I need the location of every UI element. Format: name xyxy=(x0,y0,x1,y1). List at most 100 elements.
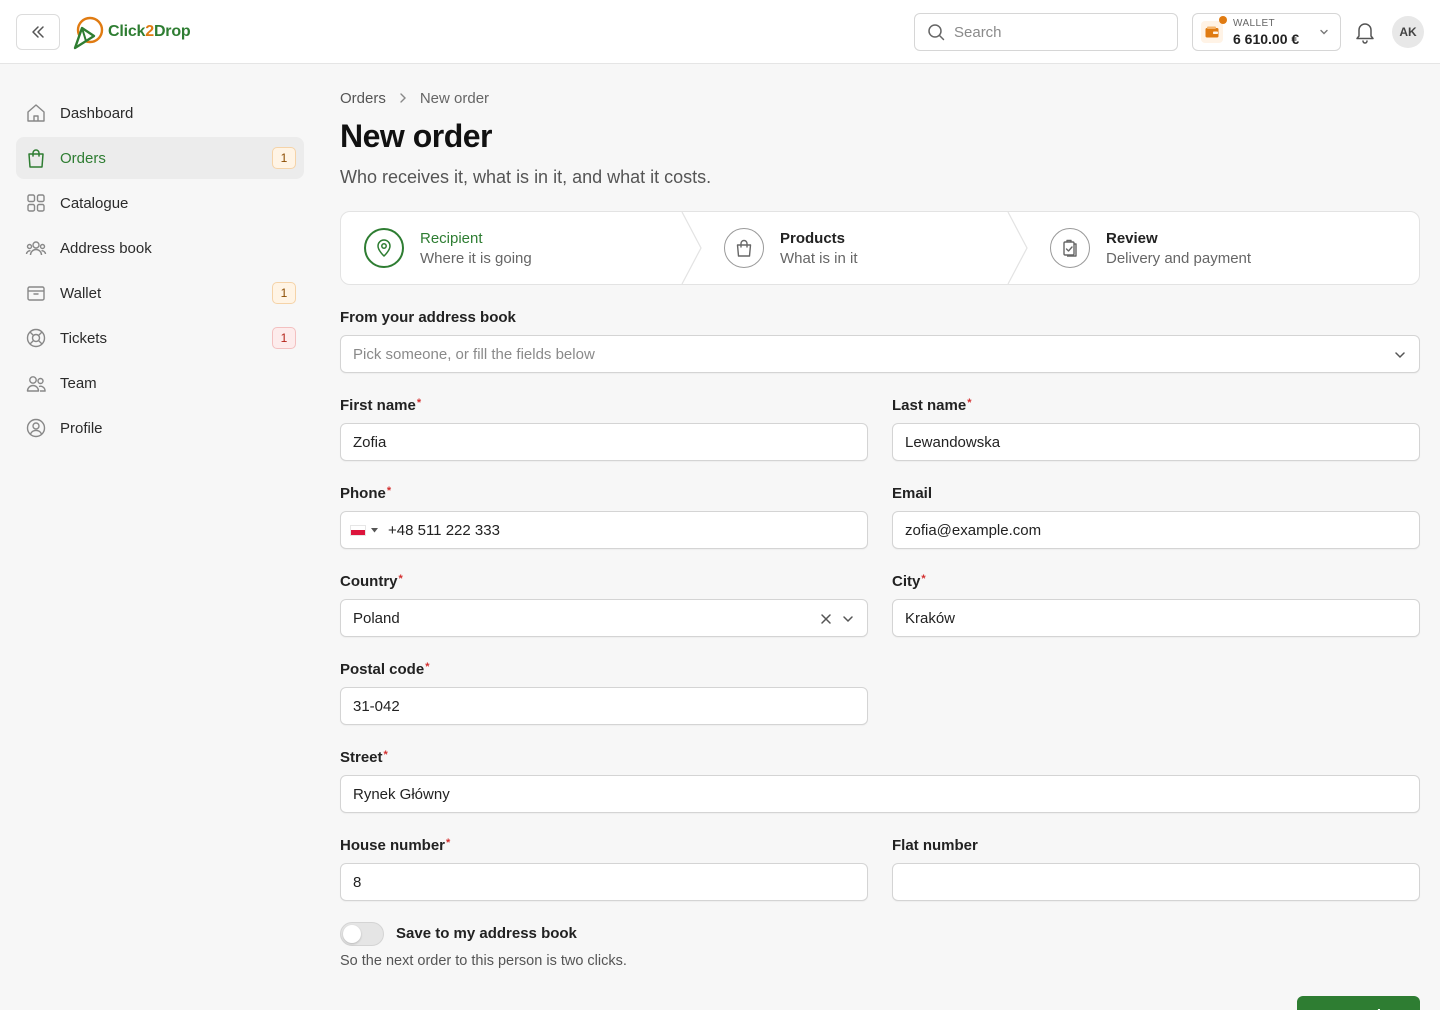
main-content: Orders New order New order Who receives … xyxy=(340,88,1420,1010)
breadcrumb-orders-link[interactable]: Orders xyxy=(340,90,386,107)
first-name-field[interactable] xyxy=(340,423,868,461)
email-label: Email xyxy=(892,485,933,502)
country-select[interactable]: Poland xyxy=(340,599,868,637)
house-number-input[interactable] xyxy=(353,873,855,891)
sidebar-item-label: Tickets xyxy=(60,329,107,347)
logo[interactable]: Click2Drop xyxy=(72,14,191,50)
phone-input[interactable] xyxy=(388,521,855,539)
house-number-field[interactable] xyxy=(340,863,868,901)
postal-code-input[interactable] xyxy=(353,697,855,715)
first-name-input[interactable] xyxy=(353,433,855,451)
step-description: Delivery and payment xyxy=(1106,249,1252,267)
sidebar-item-address-book[interactable]: Address book xyxy=(16,227,304,269)
country-label: Country* xyxy=(340,573,403,590)
search-icon xyxy=(928,24,945,41)
clipboard-check-icon xyxy=(1050,228,1090,268)
search-box[interactable] xyxy=(914,13,1178,51)
required-asterisk: * xyxy=(921,573,926,585)
postal-code-field[interactable] xyxy=(340,687,868,725)
save-to-address-book-hint: So the next order to this person is two … xyxy=(340,953,627,969)
step-description: What is in it xyxy=(780,249,858,267)
map-pin-icon xyxy=(364,228,404,268)
step-divider xyxy=(1007,212,1028,284)
wallet-label: WALLET xyxy=(1233,17,1276,29)
chevron-right-icon xyxy=(398,92,408,104)
chevron-down-icon xyxy=(1395,352,1405,359)
search-input[interactable] xyxy=(954,23,1154,41)
sidebar-item-tickets[interactable]: Tickets 1 xyxy=(16,317,304,359)
save-to-address-book-toggle[interactable] xyxy=(340,922,384,946)
sidebar-item-orders[interactable]: Orders 1 xyxy=(16,137,304,179)
address-book-label: From your address book xyxy=(340,309,516,326)
sidebar-item-catalogue[interactable]: Catalogue xyxy=(16,182,304,224)
lifebuoy-icon xyxy=(24,326,48,350)
logo-text: Click2Drop xyxy=(108,23,191,40)
flat-number-field[interactable] xyxy=(892,863,1420,901)
house-number-label: House number* xyxy=(340,837,451,854)
phone-label: Phone* xyxy=(340,485,392,502)
sidebar-item-label: Team xyxy=(60,374,97,392)
wallet-icon xyxy=(24,281,48,305)
last-name-field[interactable] xyxy=(892,423,1420,461)
country-code-picker[interactable] xyxy=(350,524,378,536)
users-group-icon xyxy=(24,236,48,260)
sidebar-item-profile[interactable]: Profile xyxy=(16,407,304,449)
step-recipient[interactable]: Recipient Where it is going xyxy=(364,212,532,284)
wallet-dropdown[interactable]: WALLET 6 610.00 € xyxy=(1192,13,1341,51)
country-value: Poland xyxy=(353,609,400,627)
shopping-bag-icon xyxy=(724,228,764,268)
flat-number-input[interactable] xyxy=(905,873,1407,891)
logo-mark-icon xyxy=(73,16,104,50)
clear-icon[interactable] xyxy=(820,613,832,625)
city-input[interactable] xyxy=(905,609,1407,627)
page-title: New order xyxy=(340,118,492,154)
caret-down-icon xyxy=(371,527,378,532)
wallet-icon xyxy=(1201,16,1227,43)
notifications-bell-icon[interactable] xyxy=(1354,20,1376,49)
shopping-bag-icon xyxy=(24,146,48,170)
sidebar-item-wallet[interactable]: Wallet 1 xyxy=(16,272,304,314)
sidebar-item-label: Orders xyxy=(60,149,106,167)
first-name-label: First name* xyxy=(340,397,422,414)
step-title: Recipient xyxy=(420,229,483,247)
count-badge: 1 xyxy=(272,327,296,349)
step-review[interactable]: Review Delivery and payment xyxy=(1050,212,1251,284)
breadcrumb: Orders New order xyxy=(340,88,1420,108)
last-name-label: Last name* xyxy=(892,397,972,414)
address-book-select[interactable]: Pick someone, or fill the fields below xyxy=(340,335,1420,373)
top-bar: Click2Drop WALLET 6 610.00 € AK xyxy=(0,0,1440,64)
step-divider xyxy=(681,212,702,284)
next-products-button[interactable]: Next: Products xyxy=(1297,996,1420,1010)
sidebar-item-label: Catalogue xyxy=(60,194,129,212)
phone-field[interactable] xyxy=(340,511,868,549)
step-description: Where it is going xyxy=(420,249,532,267)
street-field[interactable] xyxy=(340,775,1420,813)
collapse-sidebar-button[interactable] xyxy=(16,14,60,50)
sidebar-item-label: Dashboard xyxy=(60,104,134,122)
chevron-down-icon xyxy=(1320,29,1328,35)
street-input[interactable] xyxy=(353,785,1407,803)
grid-icon xyxy=(24,191,48,215)
city-field[interactable] xyxy=(892,599,1420,637)
step-products[interactable]: Products What is in it xyxy=(724,212,858,284)
required-asterisk: * xyxy=(383,749,388,761)
last-name-input[interactable] xyxy=(905,433,1407,451)
email-input[interactable] xyxy=(905,521,1407,539)
flat-number-label: Flat number xyxy=(892,837,978,854)
sidebar-item-label: Profile xyxy=(60,419,103,437)
step-title: Review xyxy=(1106,229,1158,247)
order-stepper: Recipient Where it is going Products Wha… xyxy=(340,211,1420,285)
required-asterisk: * xyxy=(425,661,430,673)
sidebar: Dashboard Orders 1 Catalogue Address boo… xyxy=(16,92,304,452)
home-icon xyxy=(24,101,48,125)
email-field[interactable] xyxy=(892,511,1420,549)
sidebar-item-team[interactable]: Team xyxy=(16,362,304,404)
required-asterisk: * xyxy=(398,573,403,585)
step-title: Products xyxy=(780,229,846,247)
sidebar-item-dashboard[interactable]: Dashboard xyxy=(16,92,304,134)
save-to-address-book-label: Save to my address book xyxy=(396,925,577,942)
team-icon xyxy=(24,371,48,395)
page-subtitle: Who receives it, what is in it, and what… xyxy=(340,167,712,187)
poland-flag-icon xyxy=(350,524,366,536)
avatar[interactable]: AK xyxy=(1392,16,1424,48)
